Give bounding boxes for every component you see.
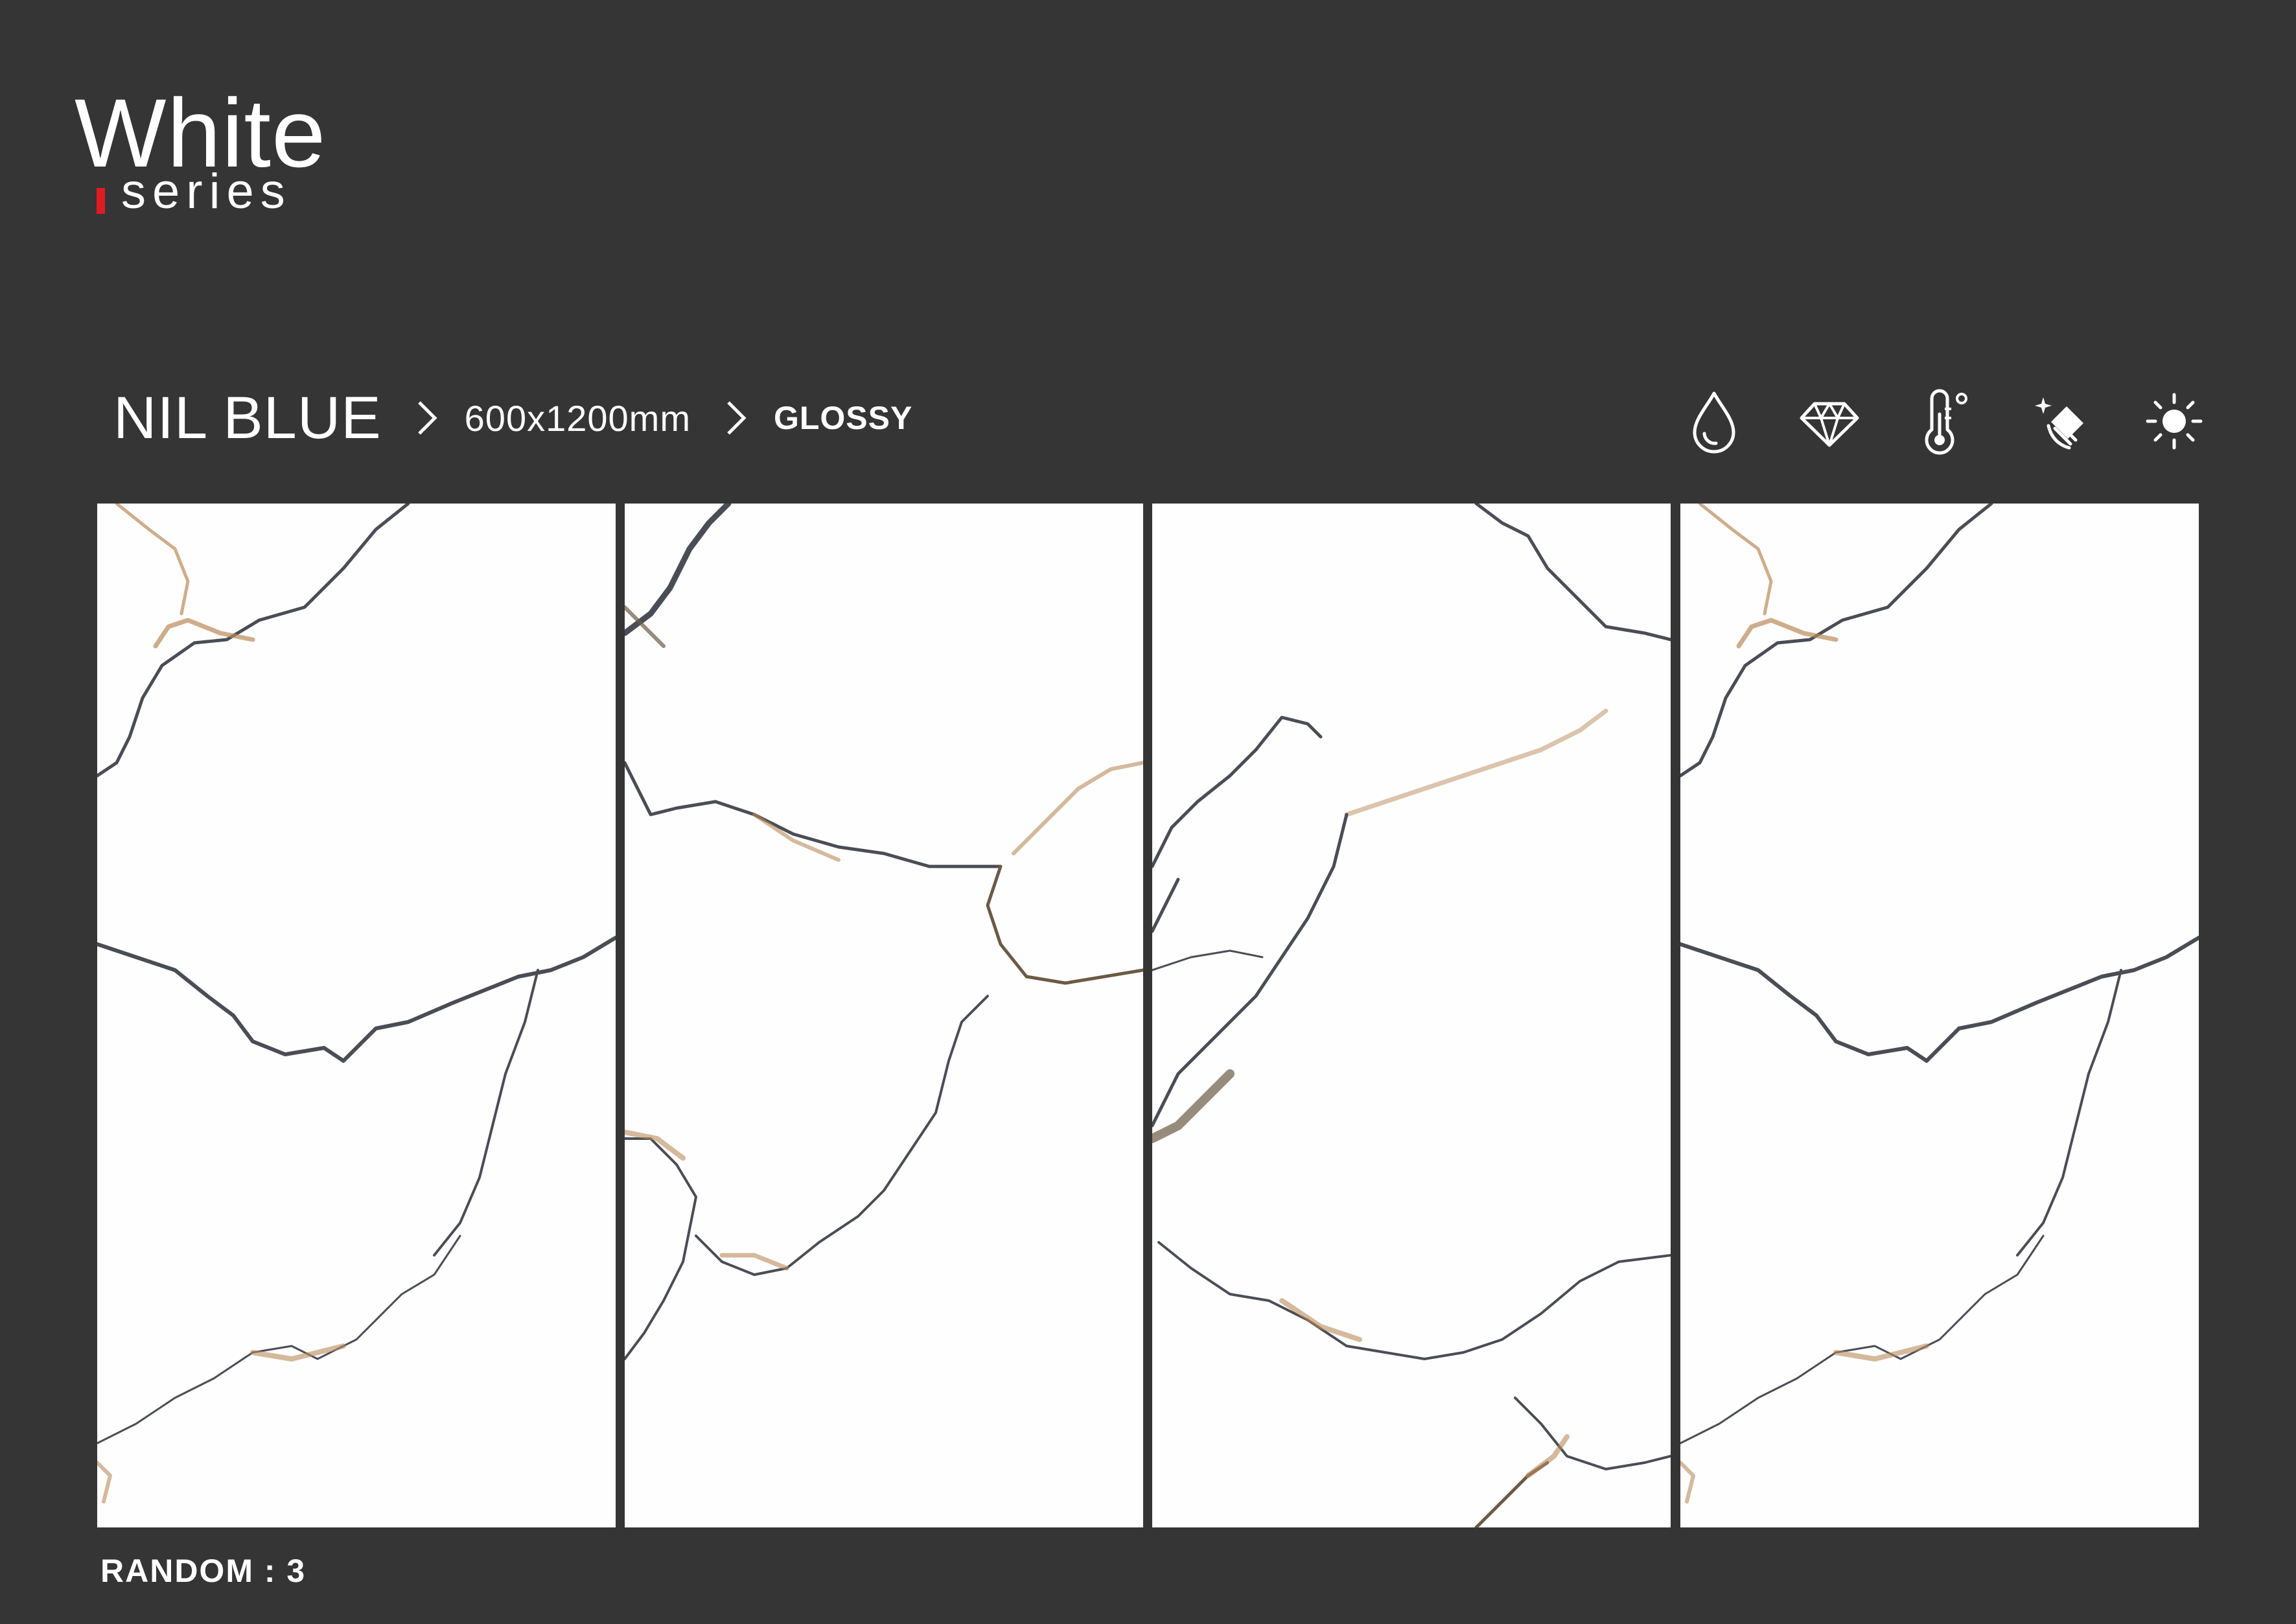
brand-subtitle: series <box>121 164 292 219</box>
tile-image <box>1680 504 2199 1527</box>
tile-image <box>625 504 1143 1527</box>
sun-icon <box>2146 393 2203 450</box>
marble-veins <box>97 504 616 1503</box>
chevron-right-icon <box>727 401 747 435</box>
water-drop-icon <box>1693 391 1735 454</box>
marble-veins <box>1152 504 1671 1527</box>
random-count-label: RANDOM : 3 <box>100 1553 307 1589</box>
tile-image <box>97 504 616 1527</box>
feature-icons <box>1678 379 2210 463</box>
marble-veins <box>1680 504 2199 1503</box>
brand-accent-bar <box>97 188 105 214</box>
product-finish: GLOSSY <box>773 400 913 436</box>
diamond-icon <box>1800 402 1859 447</box>
tile-gallery <box>97 504 2199 1527</box>
product-size: 600x1200mm <box>464 397 691 439</box>
tile-image <box>1152 504 1671 1527</box>
cleaning-icon <box>2034 397 2083 450</box>
chevron-right-icon <box>417 401 437 435</box>
marble-veins <box>625 504 1143 1360</box>
product-name: NIL BLUE <box>113 384 382 451</box>
breadcrumb: NIL BLUE 600x1200mm GLOSSY <box>113 376 912 460</box>
thermometer-icon <box>1925 389 1967 455</box>
